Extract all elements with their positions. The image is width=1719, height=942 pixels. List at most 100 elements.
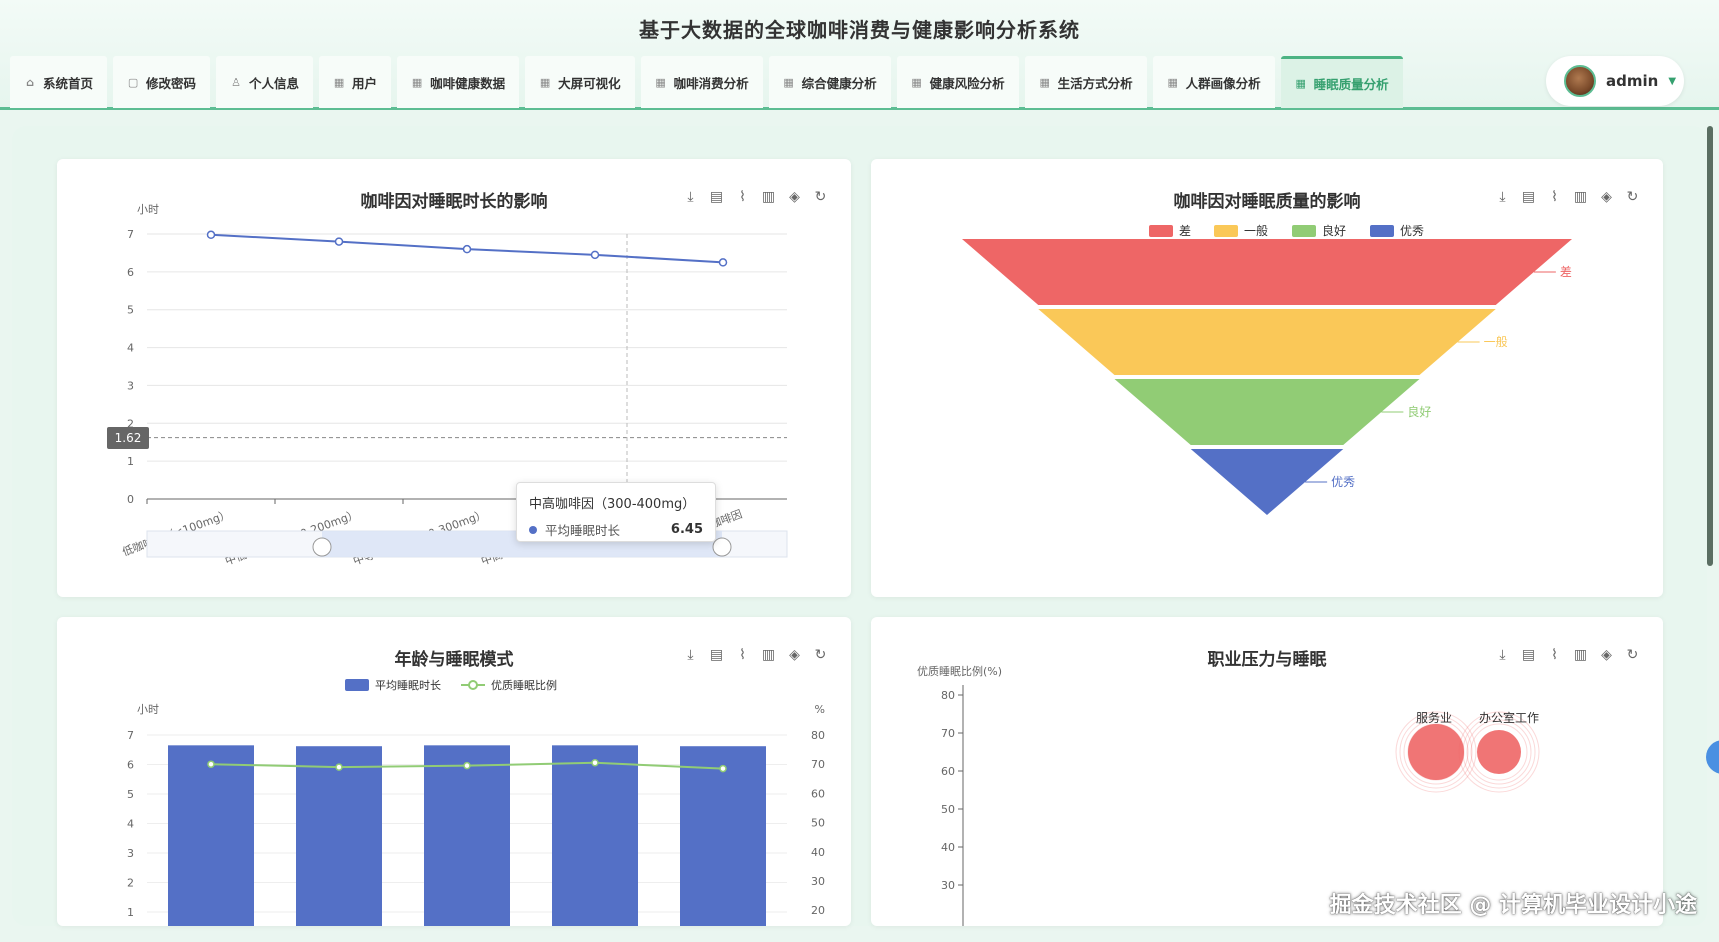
data-point [719, 764, 727, 773]
data-point [334, 237, 344, 246]
y-tick-label: 6 [127, 759, 134, 772]
bar [168, 745, 254, 926]
nav-item-label: 生活方式分析 [1057, 75, 1133, 91]
grid-icon: ▦ [1039, 75, 1050, 89]
nav-item-label: 大屏可视化 [558, 75, 621, 91]
legend-label: 良好 [1322, 223, 1346, 238]
data-point [463, 761, 471, 770]
nav-item-3[interactable]: ▦ 用户 [319, 56, 392, 108]
y2-axis-label: % [815, 703, 825, 716]
float-action-button[interactable] [1706, 740, 1719, 774]
y-tick-label: 6 [127, 266, 134, 279]
home-icon: ⌂ [26, 75, 34, 89]
nav-item-label: 个人信息 [249, 75, 300, 91]
y-axis-label: 小时 [137, 703, 159, 716]
legend-label: 一般 [1244, 223, 1268, 238]
data-point [590, 250, 600, 260]
y2-tick-label: 50 [811, 817, 825, 830]
top-nav: ⌂ 系统首页 ▢ 修改密码 ♙ 个人信息 ▦ 用户 ▦ 咖啡健康数据 ▦ 大屏可视化 ▦ 咖啡消费分析 ▦ 综… [10, 56, 1403, 108]
tooltip-series: 平均睡眠时长 [545, 523, 621, 538]
nav-item-label: 人群画像分析 [1185, 75, 1261, 91]
data-point [718, 258, 728, 267]
nav-item-label: 咖啡消费分析 [673, 75, 749, 91]
grid-icon: ▦ [411, 75, 423, 89]
scatter-point [1408, 724, 1464, 780]
funnel-label: 良好 [1407, 404, 1431, 419]
bar [680, 746, 766, 926]
line-chart[interactable]: 小时01234567低咖啡因（≤100mg）中低咖啡因（100-200mg）中等… [57, 159, 851, 597]
nav-item-9[interactable]: ▦ 生活方式分析 [1024, 56, 1147, 108]
occupation-stress-card: 职业压力与睡眠 ⤓ ▤ ⌇ ▥ ◈ ↻ 优质睡眠比例(%) 80 70 60 50 40 3… [871, 617, 1663, 926]
nav-item-11[interactable]: ▦ 睡眠质量分析 [1280, 56, 1403, 108]
grid-icon: ▦ [539, 75, 551, 89]
bar [296, 746, 382, 926]
chart-tooltip: 中高咖啡因（300-400mg） 平均睡眠时长 6.45 [516, 482, 716, 542]
chevron-down-icon: ▼ [1668, 75, 1677, 87]
y-tick-label: 4 [127, 818, 134, 831]
funnel-segment [962, 239, 1572, 305]
grid-icon: ▦ [911, 75, 922, 89]
data-point [335, 763, 343, 771]
legend-label: 优秀 [1400, 224, 1424, 238]
avatar [1564, 65, 1596, 97]
funnel-chart[interactable]: 差一般 良好 优秀差一般良好优秀 [871, 159, 1663, 597]
y-tick-label: 5 [127, 304, 134, 317]
y-tick-label: 0 [127, 493, 134, 506]
y2-tick-label: 20 [811, 904, 825, 917]
nav-item-2[interactable]: ♙ 个人信息 [216, 56, 314, 108]
data-point [207, 760, 215, 768]
funnel-label: 优秀 [1331, 475, 1355, 489]
grid-icon: ▦ [783, 75, 794, 89]
user-icon: ♙ [231, 75, 241, 89]
axis-pointer-label: 1.62 [107, 427, 149, 449]
scatter-chart[interactable]: 优质睡眠比例(%) 80 70 60 50 40 30 服务业 办公室工作 [871, 617, 1663, 926]
nav-item-5[interactable]: ▦ 大屏可视化 [525, 56, 635, 108]
lock-icon: ▢ [127, 75, 139, 89]
bar-line-chart[interactable]: 平均睡眠时长 优质睡眠比例小时 % 7 6 5 4 3 2 1 80 70 60 50 40 30 20 [57, 617, 851, 926]
nav-item-label: 系统首页 [43, 75, 94, 91]
nav-item-8[interactable]: ▦ 健康风险分析 [896, 56, 1019, 108]
bar [424, 745, 510, 926]
y2-tick-label: 70 [811, 758, 825, 771]
nav-item-label: 综合健康分析 [801, 75, 877, 91]
y2-tick-label: 30 [811, 875, 825, 888]
funnel-segment [1114, 379, 1420, 445]
nav-item-4[interactable]: ▦ 咖啡健康数据 [397, 56, 520, 108]
y-tick-label: 3 [127, 847, 134, 860]
watermark: 掘金技术社区 @ 计算机毕业设计小途 [1329, 893, 1697, 918]
legend-label: 平均睡眠时长 [375, 679, 441, 692]
grid-icon: ▦ [655, 75, 666, 89]
funnel-label: 一般 [1484, 334, 1508, 349]
y-axis-label: 优质睡眠比例(%) [917, 664, 1002, 678]
nav-item-6[interactable]: ▦ 咖啡消费分析 [640, 56, 763, 108]
legend-swatch [1292, 225, 1316, 237]
data-point [206, 230, 216, 240]
bar [552, 745, 638, 926]
app-title: 基于大数据的全球咖啡消费与健康影响分析系统 [639, 18, 1080, 42]
scatter-point [1477, 730, 1521, 774]
point-label: 服务业 [1416, 710, 1452, 725]
nav-item-10[interactable]: ▦ 人群画像分析 [1152, 56, 1275, 108]
datazoom-handle-left [312, 537, 332, 557]
vertical-scrollbar[interactable] [1707, 126, 1713, 566]
nav-item-label: 健康风险分析 [929, 75, 1005, 91]
tooltip-value: 6.45 [670, 522, 703, 537]
grid-icon: ▦ [1167, 75, 1178, 89]
legend-swatch [1149, 225, 1173, 237]
y-tick-label: 40 [941, 841, 955, 854]
user-menu[interactable]: admin ▼ [1546, 56, 1684, 106]
legend-marker [468, 680, 478, 690]
y-tick-label: 1 [127, 906, 134, 919]
y2-tick-label: 40 [811, 846, 825, 859]
legend-label: 差 [1179, 224, 1191, 238]
nav-item-0[interactable]: ⌂ 系统首页 [10, 56, 108, 108]
funnel-label: 差 [1560, 265, 1572, 279]
y-tick-label: 30 [941, 879, 955, 892]
y-tick-label: 7 [127, 729, 134, 742]
nav-item-7[interactable]: ▦ 综合健康分析 [768, 56, 891, 108]
datazoom-handle-right [712, 537, 732, 557]
legend-swatch [1370, 225, 1394, 237]
app-header: 基于大数据的全球咖啡消费与健康影响分析系统 ⌂ 系统首页 ▢ 修改密码 ♙ 个人信息 ▦ 用户… [0, 0, 1719, 110]
nav-item-label: 睡眠质量分析 [1313, 77, 1389, 92]
nav-item-1[interactable]: ▢ 修改密码 [113, 56, 211, 108]
